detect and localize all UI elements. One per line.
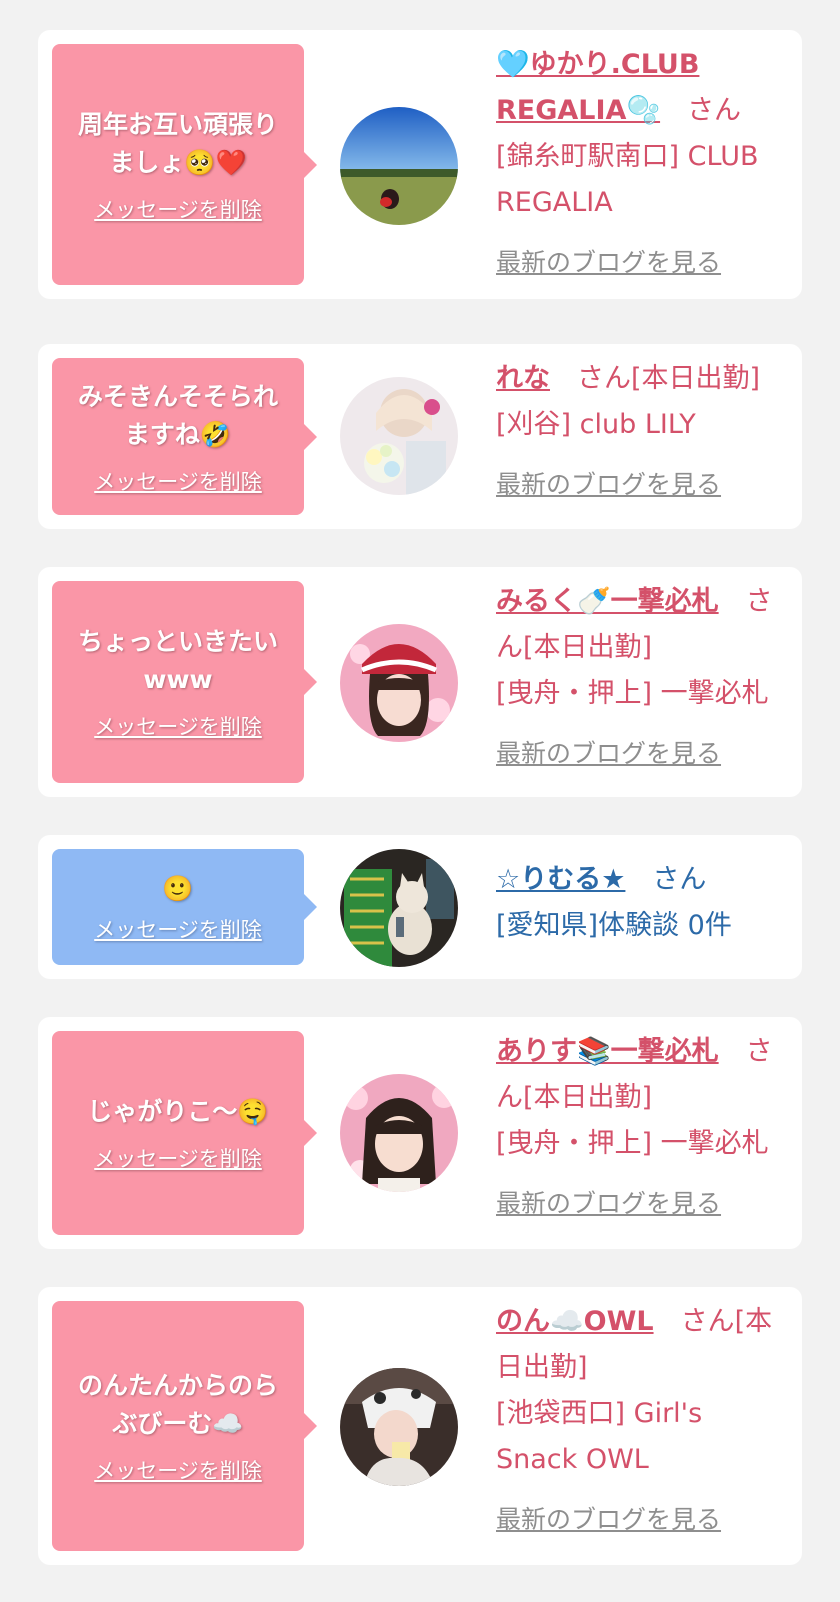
latest-blog-link[interactable]: 最新のブログを見る — [496, 1497, 721, 1543]
message-text: みそきんそそられますね🤣 — [77, 381, 278, 449]
shop-info: 🩵ゆかり.CLUB REGALIA🫧 さん [錦糸町駅南口] CLUB REGA… — [496, 42, 788, 286]
avatar[interactable] — [340, 1074, 458, 1192]
message-bubble: 周年お互い頑張りましょ🥺❤️ メッセージを削除 — [52, 44, 317, 285]
honorific-label: さん — [652, 864, 707, 895]
cast-name-link[interactable]: 🩵ゆかり.CLUB REGALIA🫧 — [496, 49, 699, 126]
shop-label: [愛知県]体験談 0件 — [496, 910, 732, 941]
shop-info: みるく🍼一撃必札 さん[本日出勤] [曳舟・押上] 一撃必札 最新のブログを見る — [496, 579, 788, 777]
message-card: じゃがりこ〜🤤 メッセージを削除 ありす📚一撃必札 さん[本日出勤] [曳舟・押… — [38, 1017, 802, 1249]
honorific-label: さん — [680, 1306, 735, 1337]
shop-label: [曳舟・押上] 一撃必札 — [496, 678, 769, 709]
cast-name-link[interactable]: ☆りむる★ — [496, 864, 625, 895]
avatar[interactable] — [340, 377, 458, 495]
attendance-status: [本日出勤] — [523, 1082, 653, 1113]
delete-message-link[interactable]: メッセージを削除 — [94, 1455, 262, 1485]
delete-message-link[interactable]: メッセージを削除 — [94, 711, 262, 741]
message-list: 周年お互い頑張りましょ🥺❤️ メッセージを削除 🩵ゆかり.CLUB REGALI… — [0, 0, 840, 1602]
cast-name-link[interactable]: のん☁️OWL — [496, 1306, 654, 1337]
cast-name-link[interactable]: ありす📚一撃必札 — [496, 1036, 719, 1067]
latest-blog-link[interactable]: 最新のブログを見る — [496, 240, 721, 286]
delete-message-link[interactable]: メッセージを削除 — [94, 194, 262, 224]
latest-blog-link[interactable]: 最新のブログを見る — [496, 462, 721, 508]
avatar[interactable] — [340, 1368, 458, 1486]
avatar[interactable] — [340, 624, 458, 742]
attendance-status: [本日出勤] — [523, 632, 653, 663]
message-text: じゃがりこ〜🤤 — [87, 1097, 269, 1126]
delete-message-link[interactable]: メッセージを削除 — [94, 466, 262, 496]
honorific-label: さん — [687, 95, 742, 126]
message-text: のんたんからのらぶびーむ☁️ — [77, 1371, 278, 1438]
message-bubble: ちょっといきたいwww メッセージを削除 — [52, 581, 317, 783]
woman-portrait-photo-icon — [340, 1074, 458, 1192]
message-card: 周年お互い頑張りましょ🥺❤️ メッセージを削除 🩵ゆかり.CLUB REGALI… — [38, 30, 802, 299]
message-text: 周年お互い頑張りましょ🥺❤️ — [77, 109, 278, 177]
shop-label: [刈谷] club LILY — [496, 409, 696, 440]
message-card: のんたんからのらぶびーむ☁️ メッセージを削除 のん☁️OWL さん[本日出勤]… — [38, 1287, 802, 1565]
message-bubble: じゃがりこ〜🤤 メッセージを削除 — [52, 1031, 317, 1235]
woman-drinking-photo-icon — [340, 1368, 458, 1486]
cast-name-link[interactable]: みるく🍼一撃必札 — [496, 586, 719, 617]
message-text: ちょっといきたいwww — [77, 627, 278, 694]
message-card: みそきんそそられますね🤣 メッセージを削除 れな さん[本日出勤] [刈谷] c… — [38, 344, 802, 529]
avatar[interactable] — [340, 849, 458, 967]
message-card: 🙂 メッセージを削除 ☆りむる★ さん [愛知県]体験談 0件 — [38, 835, 802, 979]
shop-info: のん☁️OWL さん[本日出勤] [池袋西口] Girl's Snack OWL… — [496, 1299, 788, 1543]
shop-info: れな さん[本日出勤] [刈谷] club LILY 最新のブログを見る — [496, 356, 788, 508]
shop-label: [池袋西口] Girl's Snack OWL — [496, 1398, 703, 1475]
golf-course-photo-icon — [340, 107, 458, 225]
latest-blog-link[interactable]: 最新のブログを見る — [496, 1181, 721, 1227]
message-bubble: のんたんからのらぶびーむ☁️ メッセージを削除 — [52, 1301, 317, 1551]
cat-figure-photo-icon — [340, 849, 458, 967]
delete-message-link[interactable]: メッセージを削除 — [94, 1143, 262, 1173]
delete-message-link[interactable]: メッセージを削除 — [94, 914, 262, 944]
woman-headdress-photo-icon — [340, 624, 458, 742]
shop-info: ☆りむる★ さん [愛知県]体験談 0件 — [496, 857, 788, 949]
cast-name-link[interactable]: れな — [496, 363, 550, 394]
message-card: ちょっといきたいwww メッセージを削除 みるく🍼一撃必札 さん[本日出勤] [… — [38, 567, 802, 797]
message-text: 🙂 — [162, 874, 194, 903]
shop-info: ありす📚一撃必札 さん[本日出勤] [曳舟・押上] 一撃必札 最新のブログを見る — [496, 1029, 788, 1227]
honorific-label: さん — [577, 363, 631, 394]
message-bubble: 🙂 メッセージを削除 — [52, 849, 317, 965]
avatar[interactable] — [340, 107, 458, 225]
latest-blog-link[interactable]: 最新のブログを見る — [496, 731, 721, 777]
shop-label: [曳舟・押上] 一撃必札 — [496, 1128, 769, 1159]
attendance-status: [本日出勤] — [631, 363, 761, 394]
message-bubble: みそきんそそられますね🤣 メッセージを削除 — [52, 358, 317, 515]
shop-label: [錦糸町駅南口] CLUB REGALIA — [496, 141, 759, 218]
woman-with-flowers-photo-icon — [340, 377, 458, 495]
